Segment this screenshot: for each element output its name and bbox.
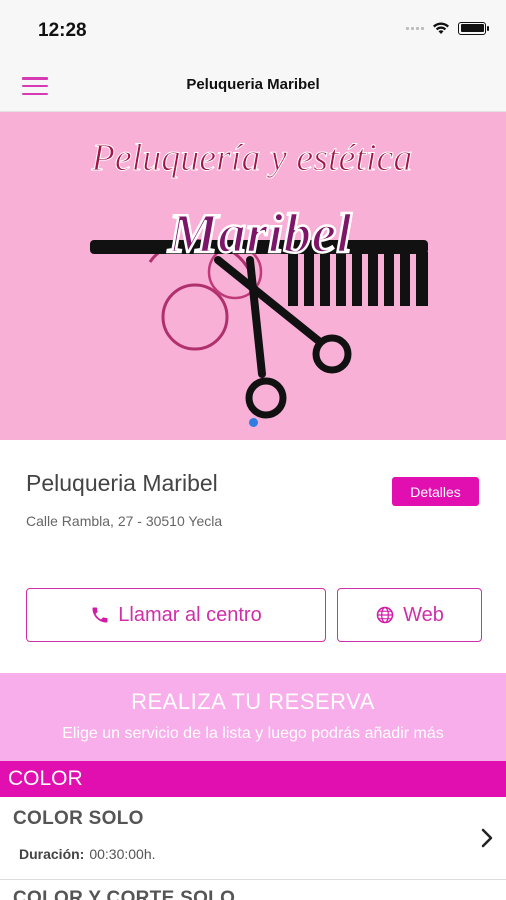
page-title: Peluqueria Maribel: [186, 76, 320, 93]
call-center-button[interactable]: Llamar al centro: [26, 588, 326, 642]
service-name: COLOR Y CORTE SOLO: [13, 888, 236, 900]
reserve-title: REALIZA TU RESERVA: [131, 689, 375, 714]
battery-icon: [458, 21, 489, 35]
reserve-subtitle: Elige un servicio de la lista y luego po…: [62, 725, 444, 742]
service-item[interactable]: COLOR Y CORTE SOLO: [0, 881, 506, 900]
globe-icon: [376, 606, 394, 624]
salon-logo: Peluquería y estética Maribel: [90, 137, 428, 419]
status-time: 12:28: [38, 20, 87, 41]
wifi-icon: [433, 22, 449, 34]
duration-label: Duración:: [19, 846, 85, 862]
service-item[interactable]: COLOR SOLO Duración: 00:30:00h.: [0, 797, 506, 880]
salon-address: Calle Rambla, 27 - 30510 Yecla: [26, 513, 223, 529]
details-button[interactable]: Detalles: [392, 477, 479, 506]
service-name: COLOR SOLO: [13, 808, 144, 829]
phone-icon: [92, 607, 108, 623]
logo-line1: Peluquería y estética: [91, 137, 413, 179]
status-icons: [406, 21, 489, 35]
category-header: COLOR: [0, 761, 506, 797]
status-bar: 12:28: [0, 0, 506, 60]
logo-line2: Maribel: [167, 203, 352, 265]
nav-bar: Peluqueria Maribel: [0, 60, 506, 112]
web-button[interactable]: Web: [337, 588, 482, 642]
hero-image[interactable]: Peluquería y estética Maribel: [0, 112, 506, 440]
web-label: Web: [403, 603, 444, 626]
salon-name: Peluqueria Maribel: [26, 470, 218, 496]
carousel-dot[interactable]: [249, 418, 258, 427]
duration-value: 00:30:00h.: [89, 846, 156, 862]
service-duration: Duración: 00:30:00h.: [19, 846, 156, 862]
chevron-right-icon[interactable]: [480, 827, 494, 849]
reserve-banner: REALIZA TU RESERVA Elige un servicio de …: [0, 673, 506, 761]
signal-icon: [406, 26, 424, 30]
call-center-label: Llamar al centro: [118, 603, 262, 626]
